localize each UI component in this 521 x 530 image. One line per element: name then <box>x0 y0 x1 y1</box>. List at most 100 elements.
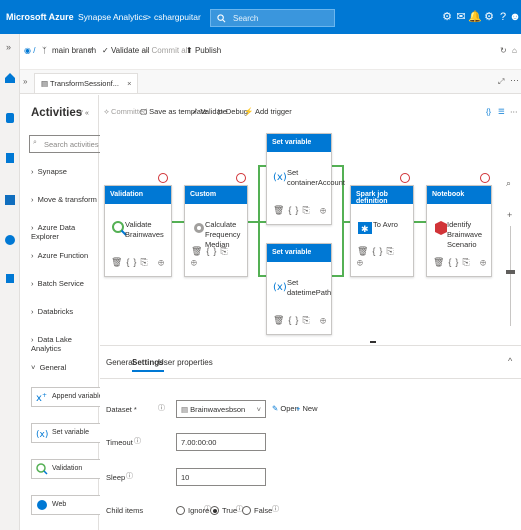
pipeline-canvas[interactable]: Validation Validate Brainwaves 🗑{}⎘ ⊕ Cu… <box>100 125 521 345</box>
document-tabs: » ▤ TransformSessionf... × ⤢ ⋯ <box>20 70 521 94</box>
child-items-label: Child items <box>106 506 144 515</box>
info-icon: ⓘ <box>272 506 279 513</box>
node-actions[interactable]: 🗑{}⎘ ⊕ <box>191 246 247 268</box>
node-header: Set variable <box>267 134 331 152</box>
integrate-icon[interactable] <box>4 194 16 206</box>
category-azure-function[interactable]: › Azure Function <box>31 251 88 260</box>
category-synapse[interactable]: › Synapse <box>31 167 67 176</box>
settings-icon[interactable]: ⚙ <box>482 10 496 24</box>
more-icon[interactable]: ⋯ <box>510 75 519 86</box>
expand-panel-icon[interactable]: » <box>23 77 27 86</box>
zoom-in-icon[interactable]: + <box>507 210 512 220</box>
add-trigger-button[interactable]: ⚡ Add trigger <box>244 107 292 116</box>
develop-icon[interactable] <box>4 152 16 164</box>
activities-title: Activities <box>31 107 83 119</box>
panel-resize-handle[interactable] <box>370 341 376 343</box>
expand-rail-icon[interactable]: » <box>6 42 11 52</box>
bell-icon[interactable]: ⚙ <box>440 10 454 24</box>
error-output-handle[interactable] <box>158 173 168 183</box>
timeout-input[interactable] <box>176 433 266 451</box>
breadcrumb-workspace[interactable]: cshargpuitar <box>154 12 201 22</box>
node-actions[interactable]: 🗑{}⎘ ⊕ <box>273 315 330 326</box>
activity-node-custom[interactable]: Custom Calculate Frequency Median 🗑{}⎘ ⊕ <box>184 185 248 277</box>
activity-node-set-variable[interactable]: Set variable (x) Set containerAccount 🗑{… <box>266 133 345 225</box>
child-items-true-radio[interactable] <box>210 506 219 515</box>
node-actions[interactable]: 🗑{}⎘ ⊕ <box>111 257 168 268</box>
feedback-icon[interactable]: ✉ <box>454 10 468 24</box>
home-icon[interactable] <box>4 72 16 84</box>
branch-dropdown-icon[interactable]: ˅ <box>88 46 93 55</box>
dataset-select[interactable]: ▤ Brainwavesbson ˅ <box>176 400 266 418</box>
canvas-more-icon[interactable]: ⋯ <box>510 107 518 116</box>
account-icon[interactable]: ☻ <box>508 10 521 24</box>
node-name: Validate Brainwaves <box>125 220 164 239</box>
activity-node-validation[interactable]: Validation Validate Brainwaves 🗑{}⎘ ⊕ <box>104 185 172 277</box>
monitor-icon[interactable] <box>4 234 16 246</box>
activity-node-spark-job[interactable]: Spark job definition ✱ To Avro 🗑{}⎘ ⊕ <box>350 185 414 277</box>
svg-text:(x): (x) <box>273 172 287 183</box>
validation-icon <box>36 463 48 475</box>
divider <box>100 378 521 379</box>
data-icon[interactable] <box>4 112 16 124</box>
category-databricks[interactable]: › Databricks <box>31 307 73 316</box>
manage-icon[interactable] <box>4 272 16 284</box>
git-icon: ◉ / <box>24 46 36 55</box>
dataset-label: Dataset * <box>106 405 137 414</box>
search-canvas-icon[interactable]: ⌕ <box>506 178 511 189</box>
error-output-handle[interactable] <box>400 173 410 183</box>
properties-icon[interactable]: ☰ <box>498 107 505 116</box>
node-actions[interactable]: 🗑{}⎘ ⊕ <box>357 246 413 268</box>
breadcrumb-synapse[interactable]: Synapse Analytics <box>78 12 147 22</box>
azure-brand[interactable]: Microsoft Azure <box>6 12 74 22</box>
zoom-slider-track[interactable] <box>510 226 511 326</box>
global-search-input[interactable]: Search <box>210 9 335 27</box>
close-tab-icon[interactable]: × <box>127 79 131 88</box>
child-items-ignore-radio[interactable] <box>176 506 185 515</box>
validate-all-button[interactable]: ✓ Validate all <box>102 46 149 55</box>
notifications-icon[interactable]: 🔔 <box>468 10 482 24</box>
chevron-down-icon: ˅ <box>256 405 261 414</box>
activity-node-notebook[interactable]: Notebook Identify Brainwave Scenario 🗑{}… <box>426 185 492 277</box>
svg-text:✱: ✱ <box>361 225 369 235</box>
tab-general[interactable]: General <box>106 358 134 367</box>
append-variable-icon: x + <box>36 392 47 403</box>
node-name: To Avro <box>373 220 398 229</box>
category-move-transform[interactable]: › Move & transform <box>31 195 97 204</box>
publish-button[interactable]: ⬆ Publish <box>186 46 221 55</box>
child-items-true-label: True <box>222 506 238 515</box>
left-rail: » <box>0 34 20 530</box>
edit-icon: ✎ <box>272 404 279 413</box>
refresh-icon[interactable]: ↻ <box>500 46 507 55</box>
node-actions[interactable]: 🗑{}⎘ ⊕ <box>273 205 330 216</box>
commit-all-button[interactable]: ⟡ Commit all <box>144 46 189 56</box>
category-general[interactable]: ˅ General <box>31 363 66 372</box>
dataset-icon: ▤ <box>181 405 191 414</box>
zoom-slider-thumb[interactable] <box>506 270 515 274</box>
category-data-explorer[interactable]: › Azure Data Explorer <box>31 223 98 241</box>
child-items-false-radio[interactable] <box>242 506 251 515</box>
node-name: Set containerAccount <box>287 168 345 187</box>
activity-node-set-variable[interactable]: Set variable (x) Set datetimePath 🗑{}⎘ ⊕ <box>266 243 332 335</box>
error-output-handle[interactable] <box>480 173 490 183</box>
error-output-handle[interactable] <box>236 173 246 183</box>
open-dataset-button[interactable]: ✎ Open <box>272 404 299 413</box>
maximize-icon[interactable]: ⤢ <box>498 77 504 87</box>
node-header: Set variable <box>267 244 331 262</box>
spark-icon: ✱ <box>358 222 372 235</box>
discard-icon[interactable]: ⌂ <box>512 46 517 55</box>
info-icon: ⓘ <box>126 473 133 480</box>
connector <box>258 165 260 277</box>
category-batch-service[interactable]: › Batch Service <box>31 279 84 288</box>
set-variable-icon: (x) <box>36 430 48 439</box>
connector <box>258 165 266 167</box>
sleep-input[interactable] <box>176 468 266 486</box>
new-dataset-button[interactable]: + New <box>296 404 318 413</box>
tab-pipeline[interactable]: ▤ TransformSessionf... × <box>34 73 139 93</box>
category-data-lake[interactable]: › Data Lake Analytics <box>31 335 98 353</box>
node-name: Set datetimePath <box>287 278 332 297</box>
code-view-icon[interactable]: {} <box>486 107 491 116</box>
node-actions[interactable]: 🗑{}⎘ ⊕ <box>433 257 490 268</box>
collapse-activities-icon[interactable]: ˅ « <box>79 110 89 117</box>
collapse-panel-icon[interactable]: ^ <box>508 356 512 366</box>
tab-user-properties[interactable]: User properties <box>158 358 213 367</box>
